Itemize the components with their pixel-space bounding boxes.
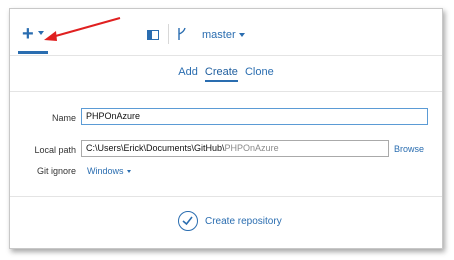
panel-icon[interactable] bbox=[147, 30, 159, 40]
plus-icon[interactable]: + bbox=[22, 24, 34, 44]
branch-name: master bbox=[202, 29, 236, 41]
chevron-down-icon bbox=[126, 170, 131, 174]
toolbar: + master bbox=[10, 9, 442, 56]
branch-icon bbox=[178, 27, 186, 40]
mode-tabs: Add Create Clone bbox=[10, 66, 442, 82]
local-path-field[interactable]: C:\Users\Erick\Documents\GitHub\PHPOnAzu… bbox=[81, 140, 389, 157]
tab-add[interactable]: Add bbox=[178, 66, 198, 80]
create-repository-button[interactable] bbox=[178, 211, 198, 231]
name-field[interactable]: PHPOnAzure bbox=[81, 108, 428, 125]
local-path-prefix: C:\Users\Erick\Documents\GitHub\ bbox=[86, 143, 225, 153]
create-repository-label[interactable]: Create repository bbox=[205, 216, 282, 227]
tab-clone[interactable]: Clone bbox=[245, 66, 274, 80]
divider bbox=[10, 91, 442, 92]
local-path-suffix: PHPOnAzure bbox=[224, 143, 279, 153]
git-ignore-select[interactable]: Windows bbox=[87, 166, 131, 176]
annotation-arrow-icon bbox=[44, 17, 121, 41]
git-ignore-value: Windows bbox=[87, 166, 124, 176]
git-ignore-label: Git ignore bbox=[36, 166, 76, 176]
browse-button[interactable]: Browse bbox=[394, 144, 424, 154]
create-repo-window: + master Add Create Clone Name PHPOnAzur… bbox=[9, 8, 443, 249]
chevron-down-icon bbox=[238, 33, 245, 38]
name-label: Name bbox=[51, 113, 76, 123]
tab-create[interactable]: Create bbox=[204, 66, 238, 82]
branch-selector[interactable]: master bbox=[202, 29, 245, 41]
add-tab-indicator bbox=[18, 51, 48, 54]
divider bbox=[10, 196, 442, 197]
local-path-label: Local path bbox=[34, 145, 76, 155]
toolbar-divider bbox=[168, 24, 169, 44]
check-icon bbox=[182, 216, 193, 226]
